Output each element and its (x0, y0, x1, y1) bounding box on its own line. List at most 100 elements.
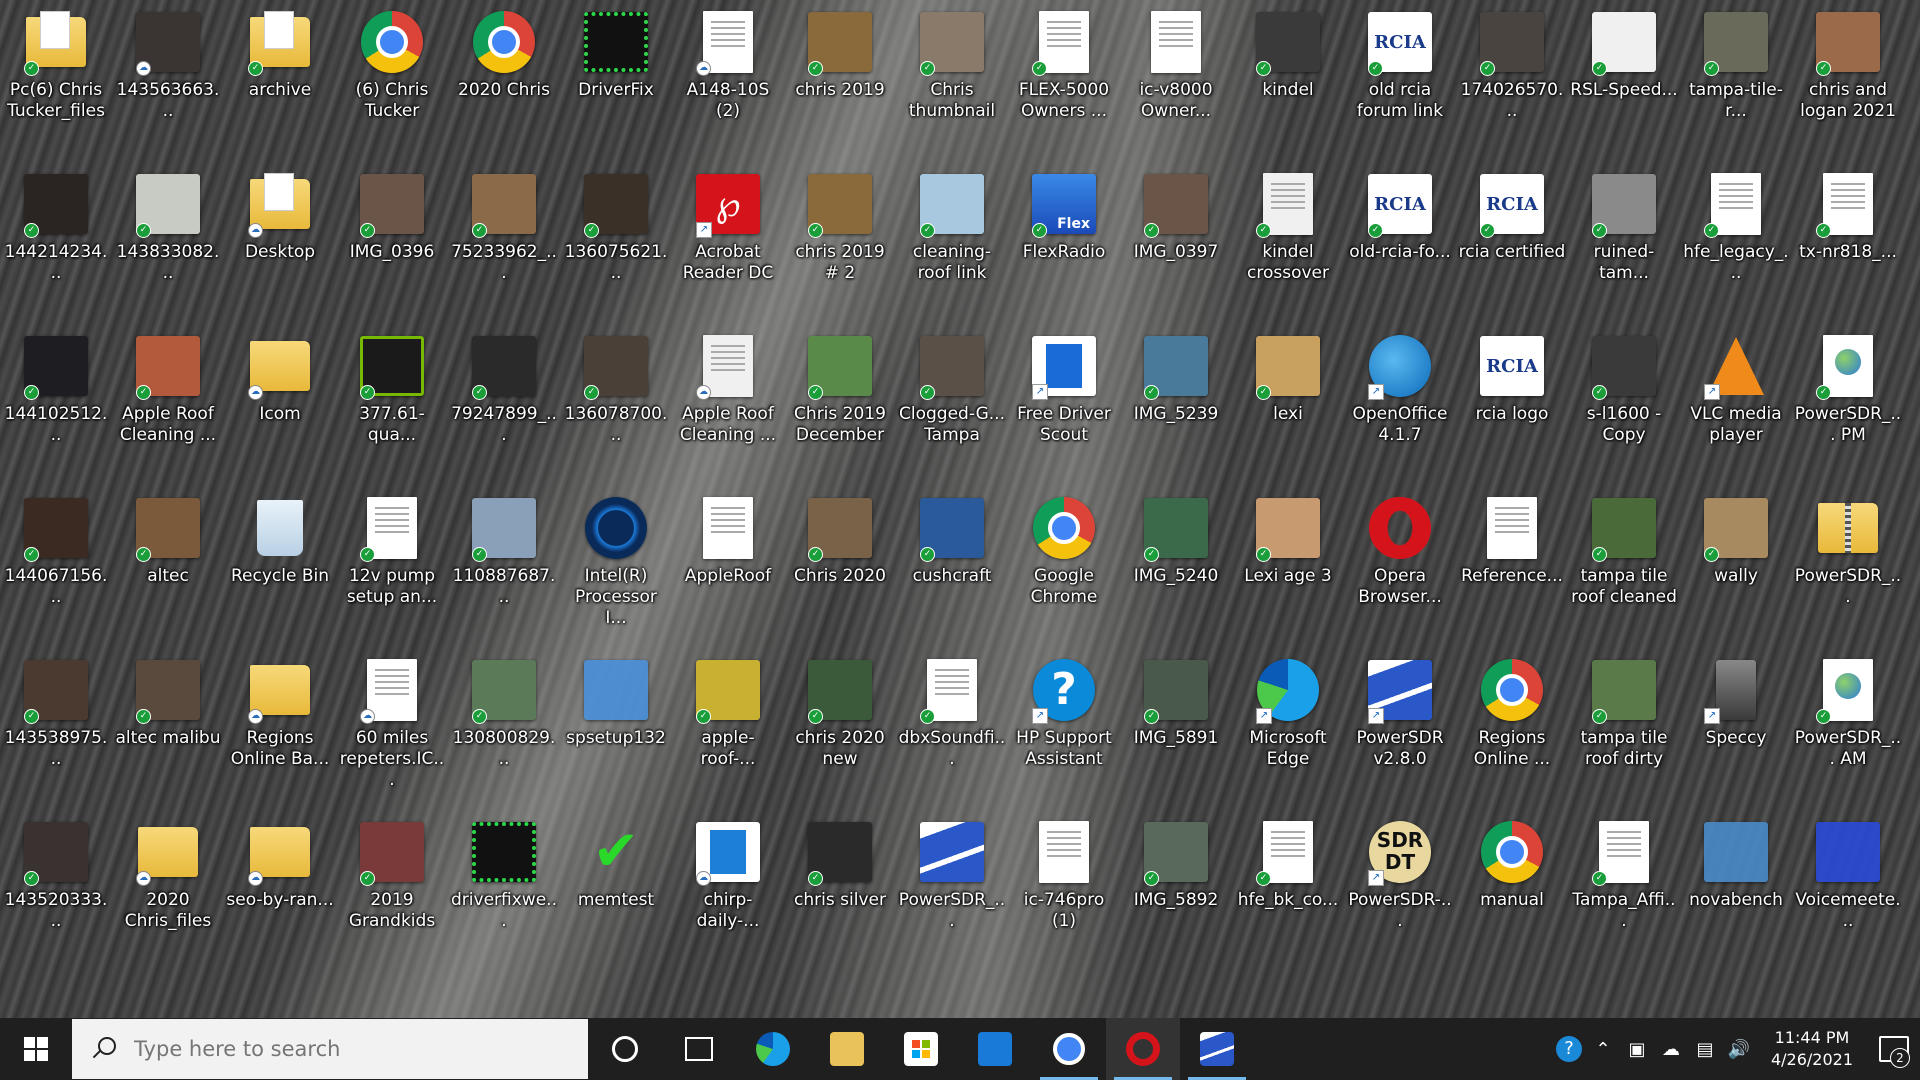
desktop-icon-2020-chris[interactable]: 2020 Chris (448, 0, 560, 162)
desktop-icon-novabench[interactable]: novabench (1680, 810, 1792, 972)
desktop-icon-powersdr[interactable]: PowerSDR_... (1792, 486, 1904, 648)
desktop-icon-rcia-logo[interactable]: RCIA rcia logo (1456, 324, 1568, 486)
desktop-icon-google-chrome[interactable]: Google Chrome (1008, 486, 1120, 648)
desktop-icon-desktop[interactable]: ☁ Desktop (224, 162, 336, 324)
desktop-icon-143833082[interactable]: ✓ 143833082... (112, 162, 224, 324)
desktop-icon-microsoft-edge[interactable]: ↗ Microsoft Edge (1232, 648, 1344, 810)
desktop-icon-openoffice-4-1-7[interactable]: ↗ OpenOffice 4.1.7 (1344, 324, 1456, 486)
desktop-icon-chris-2020-new[interactable]: ✓ chris 2020 new (784, 648, 896, 810)
desktop-icon-clogged-g-tampa[interactable]: ✓ Clogged-G... Tampa (896, 324, 1008, 486)
desktop-icon-79247899[interactable]: ✓ 79247899_... (448, 324, 560, 486)
desktop-icon-icom[interactable]: ☁ Icom (224, 324, 336, 486)
desktop-icon-pc-6-chris-tucker-files[interactable]: ✓ Pc(6) Chris Tucker_files (0, 0, 112, 162)
desktop-icon-144214234[interactable]: ✓ 144214234... (0, 162, 112, 324)
desktop-icon-img-0397[interactable]: ✓ IMG_0397 (1120, 162, 1232, 324)
desktop-icon-tampa-tile-roof-cleaned[interactable]: ✓ tampa tile roof cleaned (1568, 486, 1680, 648)
desktop-icon-powersdr[interactable]: PowerSDR_... (896, 810, 1008, 972)
desktop-icon-136075621[interactable]: ✓ 136075621... (560, 162, 672, 324)
taskbar-mail-button[interactable] (958, 1018, 1032, 1080)
volume-icon[interactable]: 🔊 (1722, 1018, 1756, 1080)
desktop-icon-chirp-daily[interactable]: ☁ chirp-daily-... (672, 810, 784, 972)
taskbar-opera-button[interactable] (1106, 1018, 1180, 1080)
taskbar-file-explorer-button[interactable] (810, 1018, 884, 1080)
desktop-icon-rcia-certified[interactable]: RCIA ✓ rcia certified (1456, 162, 1568, 324)
taskbar-clock[interactable]: 11:44 PM 4/26/2021 (1756, 1027, 1868, 1071)
desktop-icon-chris-2019-december[interactable]: ✓ Chris 2019 December (784, 324, 896, 486)
desktop-icon-2019-grandkids[interactable]: ✓ 2019 Grandkids (336, 810, 448, 972)
desktop-icon-6-chris-tucker[interactable]: (6) Chris Tucker (336, 0, 448, 162)
desktop-icon-2020-chris-files[interactable]: ☁ 2020 Chris_files (112, 810, 224, 972)
desktop-icon-old-rcia-fo[interactable]: RCIA ✓ old-rcia-fo... (1344, 162, 1456, 324)
desktop-icon-powersdr-v2-8-0[interactable]: ↗ PowerSDR v2.8.0 (1344, 648, 1456, 810)
taskbar-powersdr-button[interactable] (1180, 1018, 1254, 1080)
desktop-icon-spsetup132[interactable]: spsetup132 (560, 648, 672, 810)
desktop-icon-flexradio[interactable]: Flex ✓ FlexRadio (1008, 162, 1120, 324)
start-button[interactable] (0, 1018, 72, 1080)
desktop-icon-143538975[interactable]: ✓ 143538975... (0, 648, 112, 810)
desktop-icon-a148-10s-2[interactable]: ☁ A148-10S (2) (672, 0, 784, 162)
desktop-icon-powersdr[interactable]: SDR DT ↗ PowerSDR-... (1344, 810, 1456, 972)
desktop-icon-cushcraft[interactable]: ✓ cushcraft (896, 486, 1008, 648)
meet-now-icon[interactable]: ▣ (1620, 1018, 1654, 1080)
desktop-icon-apple-roof-cleaning[interactable]: ☁ Apple Roof Cleaning ... (672, 324, 784, 486)
help-icon[interactable]: ? (1552, 1018, 1586, 1080)
desktop-icon-kindel-crossover[interactable]: ✓ kindel crossover (1232, 162, 1344, 324)
desktop-icon-apple-roof[interactable]: ✓ apple-roof-... (672, 648, 784, 810)
desktop-icon-powersdr-pm[interactable]: ✓ PowerSDR_... PM (1792, 324, 1904, 486)
taskbar-microsoft-store-button[interactable] (884, 1018, 958, 1080)
desktop-icon-regions-online-ba[interactable]: ☁ Regions Online Ba... (224, 648, 336, 810)
desktop-icon-chris-silver[interactable]: ✓ chris silver (784, 810, 896, 972)
desktop-icon-110887687[interactable]: ✓ 110887687... (448, 486, 560, 648)
search-input[interactable] (132, 1036, 536, 1062)
desktop-icon-reference[interactable]: Reference... (1456, 486, 1568, 648)
desktop-icon-driverfixwe[interactable]: driverfixwe... (448, 810, 560, 972)
desktop-icon-driverfix[interactable]: DriverFix (560, 0, 672, 162)
desktop-icon-speccy[interactable]: ↗ Speccy (1680, 648, 1792, 810)
desktop-icon-chris-thumbnail[interactable]: ✓ Chris thumbnail (896, 0, 1008, 162)
desktop-icon-tx-nr818[interactable]: ✓ tx-nr818_... (1792, 162, 1904, 324)
desktop-icon-kindel[interactable]: ✓ kindel (1232, 0, 1344, 162)
desktop-icon-powersdr-am[interactable]: ✓ PowerSDR_... AM (1792, 648, 1904, 810)
desktop-icon-seo-by-ran[interactable]: ☁ seo-by-ran... (224, 810, 336, 972)
desktop-icon-ic-v8000-owner[interactable]: ic-v8000 Owner... (1120, 0, 1232, 162)
desktop-icon-flex-5000-owners[interactable]: ✓ FLEX-5000 Owners ... (1008, 0, 1120, 162)
desktop-icon-old-rcia-forum-link[interactable]: RCIA ✓ old rcia forum link (1344, 0, 1456, 162)
taskbar-search-box[interactable] (72, 1019, 588, 1079)
action-center-button[interactable]: 2 (1868, 1018, 1920, 1080)
desktop-icon-lexi[interactable]: ✓ lexi (1232, 324, 1344, 486)
desktop-icon-hp-support-assistant[interactable]: ? ↗ HP Support Assistant (1008, 648, 1120, 810)
desktop-icon-intel-r-processor-i[interactable]: Intel(R) Processor I... (560, 486, 672, 648)
desktop-icon-s-l1600-copy[interactable]: ✓ s-l1600 - Copy (1568, 324, 1680, 486)
desktop-icon-manual[interactable]: manual (1456, 810, 1568, 972)
desktop-icon-136078700[interactable]: ✓ 136078700... (560, 324, 672, 486)
taskbar-chrome-button[interactable] (1032, 1018, 1106, 1080)
desktop-icon-dbxsoundfi[interactable]: ✓ dbxSoundfi... (896, 648, 1008, 810)
desktop-icon-144102512[interactable]: ✓ 144102512... (0, 324, 112, 486)
desktop-icon-acrobat-reader-dc[interactable]: ℘ ↗ Acrobat Reader DC (672, 162, 784, 324)
desktop-icon-img-5239[interactable]: ✓ IMG_5239 (1120, 324, 1232, 486)
desktop-icon-altec[interactable]: ✓ altec (112, 486, 224, 648)
taskbar-edge-button[interactable] (736, 1018, 810, 1080)
desktop-icon-chris-2020[interactable]: ✓ Chris 2020 (784, 486, 896, 648)
desktop-icon-chris-2019-2[interactable]: ✓ chris 2019 # 2 (784, 162, 896, 324)
desktop-icon-ic-746pro-1[interactable]: ic-746pro (1) (1008, 810, 1120, 972)
desktop-icon-tampa-tile-r[interactable]: ✓ tampa-tile-r... (1680, 0, 1792, 162)
desktop-icon-ruined-tam[interactable]: ✓ ruined-tam... (1568, 162, 1680, 324)
desktop-icon-img-0396[interactable]: ✓ IMG_0396 (336, 162, 448, 324)
desktop-icon-rsl-speed[interactable]: ✓ RSL-Speed... (1568, 0, 1680, 162)
desktop-icon-free-driver-scout[interactable]: ↗ Free Driver Scout (1008, 324, 1120, 486)
show-hidden-icons-chevron-icon[interactable]: ⌃ (1586, 1018, 1620, 1080)
desktop-icon-img-5240[interactable]: ✓ IMG_5240 (1120, 486, 1232, 648)
desktop-icon-appleroof[interactable]: AppleRoof (672, 486, 784, 648)
desktop-icon-130800829[interactable]: ✓ 130800829... (448, 648, 560, 810)
desktop-icon-memtest[interactable]: ✔ memtest (560, 810, 672, 972)
desktop-icon-recycle-bin[interactable]: Recycle Bin (224, 486, 336, 648)
desktop-icon-tampa-affi[interactable]: ✓ Tampa_Affi... (1568, 810, 1680, 972)
desktop-icon-wally[interactable]: ✓ wally (1680, 486, 1792, 648)
desktop-icon-chris-and-logan-2021[interactable]: ✓ chris and logan 2021 (1792, 0, 1904, 162)
network-icon[interactable]: ▤ (1688, 1018, 1722, 1080)
desktop-icon-tampa-tile-roof-dirty[interactable]: ✓ tampa tile roof dirty (1568, 648, 1680, 810)
desktop-icon-144067156[interactable]: ✓ 144067156... (0, 486, 112, 648)
task-view-button[interactable] (662, 1018, 736, 1080)
desktop-icon-apple-roof-cleaning[interactable]: ✓ Apple Roof Cleaning ... (112, 324, 224, 486)
